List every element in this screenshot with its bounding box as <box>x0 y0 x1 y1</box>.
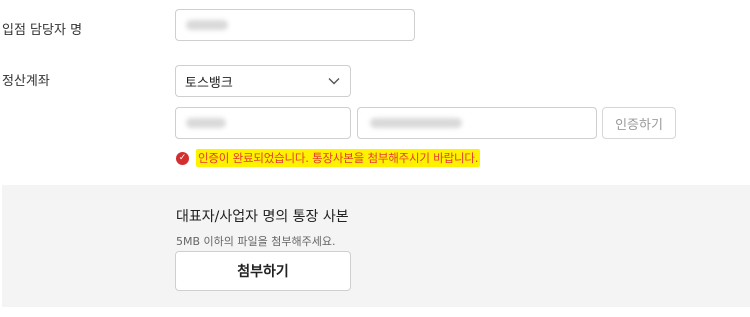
attachment-subtitle: 5MB 이하의 파일을 첨부해주세요. <box>176 235 336 248</box>
settlement-account-label: 정산계좌 <box>2 74 50 89</box>
bank-select[interactable]: 토스뱅크 <box>175 65 351 97</box>
verification-message-text: 인증이 완료되었습니다. 통장사본을 첨부해주시기 바랍니다. <box>196 149 481 167</box>
redacted-name <box>186 20 228 30</box>
verification-message: ✓ 인증이 완료되었습니다. 통장사본을 첨부해주시기 바랍니다. <box>176 148 481 168</box>
chevron-down-icon <box>328 78 340 85</box>
redacted-holder <box>186 118 226 128</box>
redacted-account-number <box>370 118 462 128</box>
verify-button[interactable]: 인증하기 <box>602 107 676 139</box>
account-number-input[interactable] <box>357 107 597 139</box>
manager-name-input[interactable] <box>175 9 415 41</box>
account-holder-input[interactable] <box>175 107 351 139</box>
attachment-title: 대표자/사업자 명의 통장 사본 <box>176 209 349 225</box>
bank-select-value: 토스뱅크 <box>185 75 233 91</box>
manager-name-label: 입점 담당자 명 <box>2 23 83 38</box>
attachment-panel <box>2 185 750 307</box>
check-icon: ✓ <box>176 151 189 165</box>
attach-button[interactable]: 첨부하기 <box>175 251 351 291</box>
